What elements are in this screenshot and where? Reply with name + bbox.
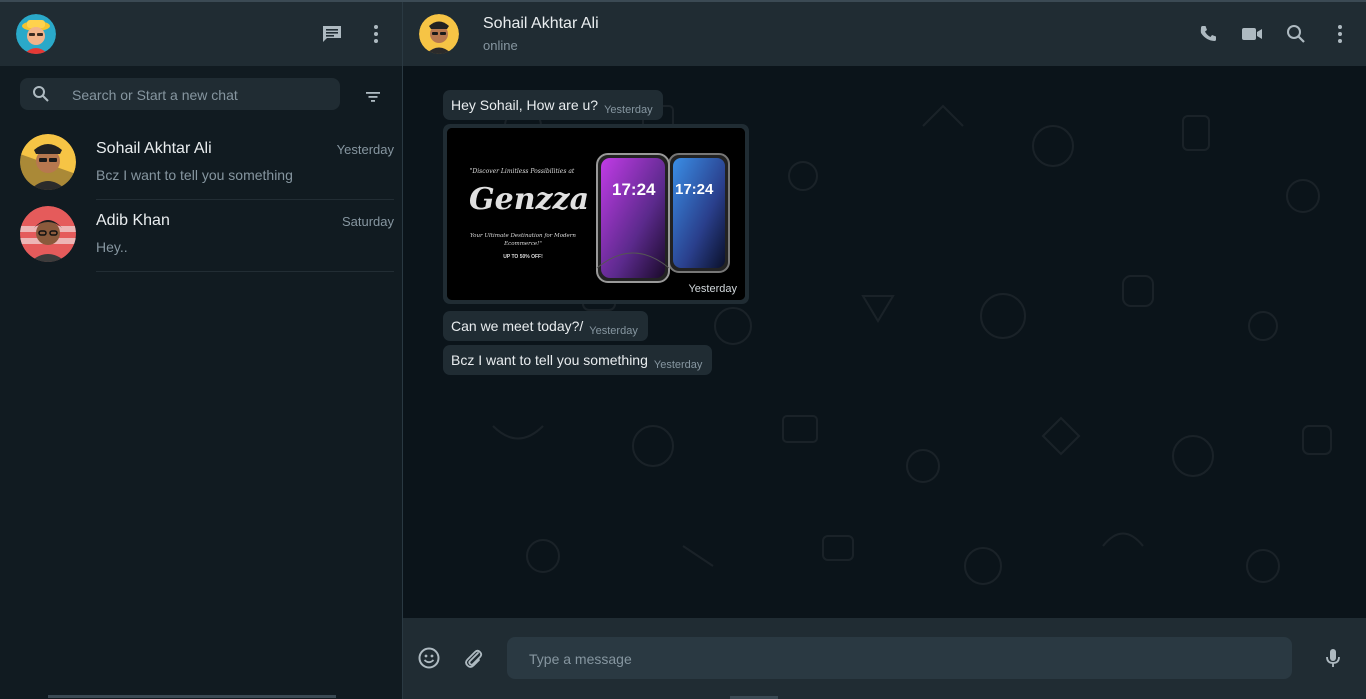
phone-icon[interactable] [1196, 22, 1220, 46]
attach-icon[interactable] [461, 646, 485, 670]
search-icon[interactable] [1284, 22, 1308, 46]
chat-preview: Hey.. [96, 239, 128, 255]
chat-preview: Bcz I want to tell you something [96, 167, 293, 183]
search-row [0, 66, 402, 126]
chat-list-item[interactable]: Adib Khan Saturday Hey.. [0, 200, 402, 272]
message-time: Yesterday [653, 359, 703, 371]
contact-avatar [20, 206, 76, 262]
phone-clock: 17:24 [612, 180, 656, 199]
image-message-bubble[interactable]: "Discover Limitless Possibilities at Gen… [443, 124, 749, 304]
contact-avatar[interactable] [419, 14, 459, 54]
filter-icon[interactable] [362, 86, 384, 108]
search-input[interactable] [70, 78, 334, 112]
chat-list: Sohail Akhtar Ali Yesterday Bcz I want t… [0, 128, 402, 272]
contact-name: Sohail Akhtar Ali [483, 15, 599, 32]
message-bubble[interactable]: Can we meet today?/ Yesterday [443, 311, 648, 341]
message-text: Bcz I want to tell you something [451, 352, 648, 368]
promo-brand: Genzza [469, 182, 590, 217]
message-area[interactable]: Hey Sohail, How are u? Yesterday "Discov… [403, 66, 1366, 618]
message-time: Yesterday [604, 104, 653, 116]
compose-bar [403, 618, 1366, 699]
search-box[interactable] [20, 78, 340, 112]
message-time: Yesterday [688, 283, 737, 295]
sidebar: Sohail Akhtar Ali Yesterday Bcz I want t… [0, 2, 403, 699]
chat-time: Yesterday [336, 142, 394, 157]
message-text: Hey Sohail, How are u? [451, 97, 599, 113]
menu-icon[interactable] [364, 22, 388, 46]
new-chat-icon[interactable] [320, 22, 344, 46]
conversation-header[interactable]: Sohail Akhtar Ali online [403, 2, 1366, 66]
promo-offer: UP TO 50% OFF! [503, 254, 543, 260]
mic-icon[interactable] [1321, 646, 1345, 670]
message-input[interactable] [527, 637, 1271, 681]
promo-subline: Your Ultimate Destination for Modern Eco… [470, 233, 576, 247]
promo-image[interactable]: "Discover Limitless Possibilities at Gen… [447, 128, 745, 300]
contact-status: online [483, 38, 518, 53]
horizontal-scrollbar[interactable] [48, 695, 336, 698]
promo-tagline: "Discover Limitless Possibilities at [469, 168, 575, 175]
message-bubble[interactable]: Hey Sohail, How are u? Yesterday [443, 90, 663, 120]
video-call-icon[interactable] [1240, 22, 1264, 46]
divider [96, 271, 394, 272]
message-text: Can we meet today?/ [451, 318, 584, 334]
emoji-icon[interactable] [417, 646, 441, 670]
phone-clock: 17:24 [675, 181, 714, 198]
menu-icon[interactable] [1328, 22, 1352, 46]
chat-list-item[interactable]: Sohail Akhtar Ali Yesterday Bcz I want t… [0, 128, 402, 200]
contact-avatar [20, 134, 76, 190]
message-input-box[interactable] [507, 637, 1292, 681]
sidebar-header [0, 2, 402, 66]
my-profile-avatar[interactable] [16, 14, 56, 54]
conversation-panel: Sohail Akhtar Ali online Hey Sohail, How… [403, 2, 1366, 699]
chat-name: Adib Khan [96, 212, 170, 229]
message-time: Yesterday [589, 325, 638, 337]
search-icon [32, 85, 50, 103]
chat-name: Sohail Akhtar Ali [96, 140, 212, 157]
message-bubble[interactable]: Bcz I want to tell you something Yesterda… [443, 345, 713, 375]
chat-time: Saturday [341, 214, 394, 229]
